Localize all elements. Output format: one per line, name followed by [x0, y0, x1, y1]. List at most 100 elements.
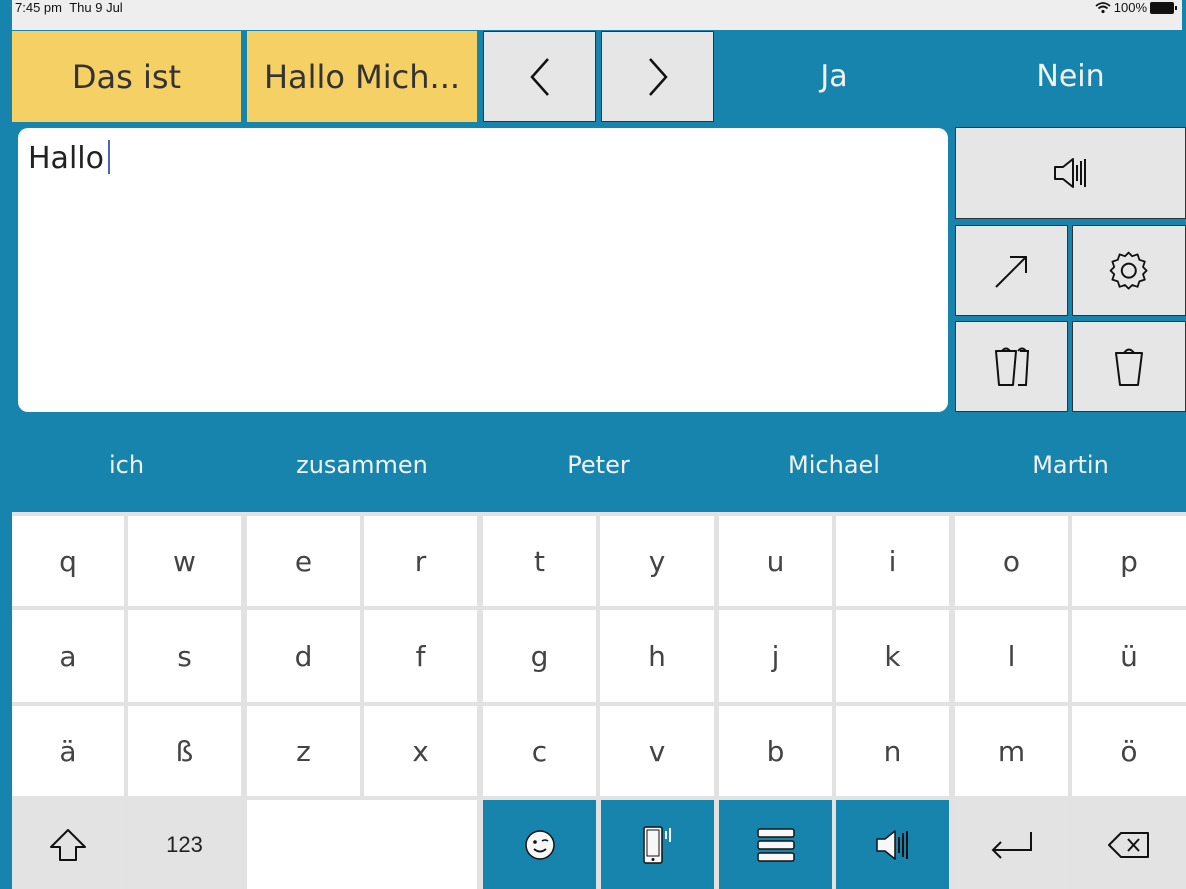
- key-x[interactable]: x: [364, 706, 477, 796]
- speak-button[interactable]: [955, 127, 1186, 219]
- key-b[interactable]: b: [719, 706, 832, 796]
- suggestion-label: zusammen: [296, 450, 428, 479]
- key-g[interactable]: g: [483, 610, 596, 702]
- yes-button[interactable]: Ja: [719, 31, 949, 122]
- trash-multi-icon: [992, 345, 1032, 389]
- message-text: Hallo: [28, 141, 104, 176]
- yes-label: Ja: [820, 59, 848, 94]
- key-y[interactable]: y: [600, 516, 714, 606]
- no-label: Nein: [1036, 59, 1105, 94]
- chevron-right-icon: [646, 57, 670, 97]
- chevron-left-icon: [528, 57, 552, 97]
- key-s[interactable]: s: [128, 610, 241, 702]
- suggestion-button[interactable]: ich: [12, 418, 241, 511]
- key-k[interactable]: k: [836, 610, 949, 702]
- key-f[interactable]: f: [364, 610, 477, 702]
- key-label: v: [648, 734, 666, 768]
- phrase-label: Hallo Mich...: [263, 57, 461, 96]
- key-l[interactable]: l: [955, 610, 1068, 702]
- key-j[interactable]: j: [719, 610, 832, 702]
- emoji-button[interactable]: [483, 800, 596, 889]
- suggestion-label: ich: [108, 450, 145, 479]
- phrase-button-2[interactable]: Hallo Mich...: [247, 31, 477, 122]
- status-time: 7:45 pm: [15, 0, 62, 15]
- backspace-icon: [1107, 830, 1151, 860]
- speaker-icon: [873, 827, 913, 863]
- next-button[interactable]: [601, 31, 714, 122]
- suggestion-button[interactable]: zusammen: [247, 418, 477, 511]
- phrase-button-1[interactable]: Das ist: [12, 31, 241, 122]
- clear-button[interactable]: [1072, 321, 1186, 412]
- suggestion-label: Michael: [788, 450, 880, 479]
- key-a-umlaut[interactable]: ä: [12, 706, 124, 796]
- numbers-key[interactable]: 123: [128, 800, 241, 889]
- suggestion-label: Peter: [567, 450, 630, 479]
- suggestion-button[interactable]: Martin: [955, 418, 1186, 511]
- key-label: r: [414, 544, 427, 578]
- return-arrow-icon: [989, 830, 1035, 860]
- battery-icon: [1150, 1, 1177, 14]
- key-q[interactable]: q: [12, 516, 124, 606]
- space-key[interactable]: [247, 800, 477, 889]
- key-o-umlaut[interactable]: ö: [1072, 706, 1186, 796]
- emoji-face-icon: [524, 829, 556, 861]
- menu-button[interactable]: [719, 800, 832, 889]
- key-label: l: [1007, 639, 1016, 673]
- trash-icon: [1112, 345, 1146, 389]
- key-label: b: [766, 734, 785, 768]
- status-right: 100%: [1095, 0, 1177, 15]
- share-button[interactable]: [955, 225, 1068, 316]
- key-a[interactable]: a: [12, 610, 124, 702]
- key-label: k: [884, 639, 901, 673]
- key-label: y: [648, 544, 666, 578]
- prev-button[interactable]: [483, 31, 596, 122]
- key-p[interactable]: p: [1072, 516, 1186, 606]
- device-button[interactable]: [601, 800, 714, 889]
- key-e[interactable]: e: [247, 516, 360, 606]
- key-eszett[interactable]: ß: [128, 706, 241, 796]
- key-n[interactable]: n: [836, 706, 949, 796]
- key-d[interactable]: d: [247, 610, 360, 702]
- key-m[interactable]: m: [955, 706, 1068, 796]
- delete-word-button[interactable]: [955, 321, 1068, 412]
- return-key[interactable]: [955, 800, 1068, 889]
- key-h[interactable]: h: [600, 610, 714, 702]
- menu-icon: [756, 827, 796, 863]
- settings-button[interactable]: [1072, 225, 1186, 316]
- status-time-date: 7:45 pm Thu 9 Jul: [15, 0, 123, 15]
- shift-key[interactable]: [12, 800, 124, 889]
- key-label: z: [296, 734, 311, 768]
- key-i[interactable]: i: [836, 516, 949, 606]
- key-v[interactable]: v: [600, 706, 714, 796]
- key-label: a: [59, 639, 77, 673]
- suggestion-button[interactable]: Peter: [483, 418, 714, 511]
- key-label: j: [771, 639, 780, 673]
- wifi-icon: [1095, 1, 1111, 14]
- no-button[interactable]: Nein: [955, 31, 1186, 122]
- shift-arrow-icon: [48, 827, 88, 863]
- numbers-label: 123: [166, 831, 203, 857]
- key-z[interactable]: z: [247, 706, 360, 796]
- backspace-key[interactable]: [1072, 800, 1186, 889]
- key-u[interactable]: u: [719, 516, 832, 606]
- key-o[interactable]: o: [955, 516, 1068, 606]
- gear-icon: [1107, 249, 1151, 293]
- key-label: f: [415, 639, 426, 673]
- suggestion-button[interactable]: Michael: [719, 418, 949, 511]
- key-label: ü: [1120, 639, 1138, 673]
- text-caret: [107, 140, 110, 174]
- key-c[interactable]: c: [483, 706, 596, 796]
- key-label: s: [177, 639, 192, 673]
- speak-key[interactable]: [836, 800, 949, 889]
- key-label: e: [294, 544, 313, 578]
- key-r[interactable]: r: [364, 516, 477, 606]
- message-text-area[interactable]: Hallo: [18, 128, 948, 412]
- key-label: t: [534, 544, 545, 578]
- key-t[interactable]: t: [483, 516, 596, 606]
- key-label: m: [997, 734, 1026, 768]
- key-label: ö: [1120, 734, 1138, 768]
- key-label: o: [1002, 544, 1021, 578]
- key-u-umlaut[interactable]: ü: [1072, 610, 1186, 702]
- status-bar: 7:45 pm Thu 9 Jul 100%: [12, 0, 1182, 30]
- key-w[interactable]: w: [128, 516, 241, 606]
